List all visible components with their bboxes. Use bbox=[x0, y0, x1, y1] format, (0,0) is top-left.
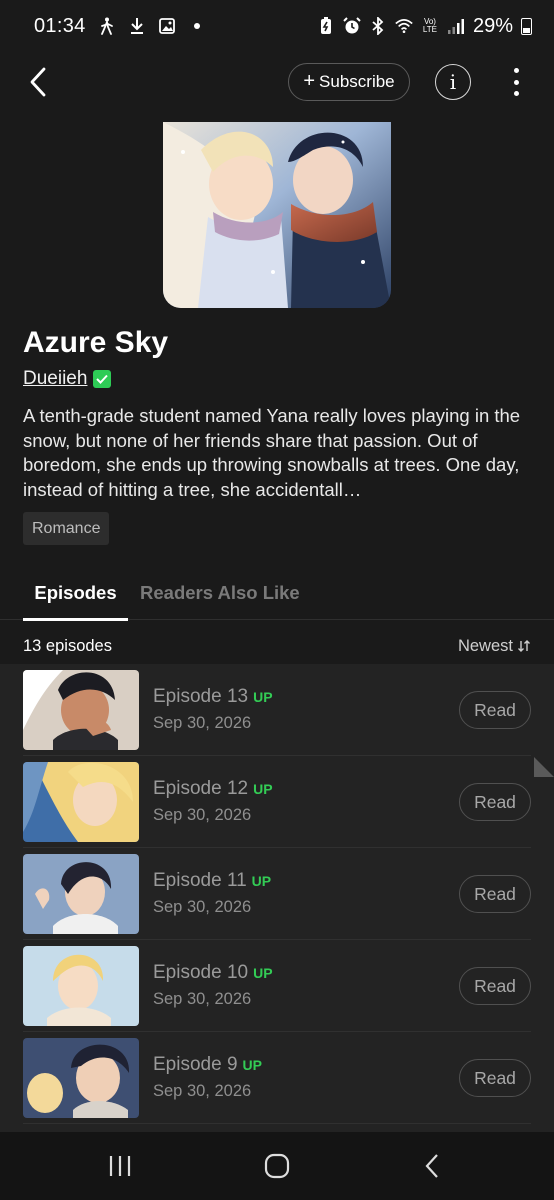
episode-count: 13 episodes bbox=[23, 636, 112, 655]
more-dot-icon bbox=[513, 91, 519, 96]
episode-row[interactable]: Episode 11 UP Sep 30, 2026 Read bbox=[23, 848, 531, 940]
read-button[interactable]: Read bbox=[459, 967, 531, 1005]
series-description[interactable]: A tenth-grade student named Yana really … bbox=[23, 404, 523, 502]
up-badge: UP bbox=[253, 781, 273, 797]
episode-date: Sep 30, 2026 bbox=[153, 898, 252, 916]
wifi-icon bbox=[395, 17, 413, 35]
episode-date: Sep 30, 2026 bbox=[153, 1082, 252, 1100]
verified-check-icon bbox=[93, 370, 112, 388]
episode-date: Sep 30, 2026 bbox=[153, 806, 252, 824]
system-back-button[interactable] bbox=[412, 1146, 452, 1186]
episode-thumbnail bbox=[23, 946, 139, 1026]
status-bar: 01:34 Vo) LTE 29% bbox=[0, 0, 554, 52]
sort-label: Newest bbox=[457, 636, 513, 655]
episode-row[interactable]: Episode 13 UP Sep 30, 2026 Read bbox=[23, 664, 531, 756]
download-icon bbox=[128, 17, 146, 35]
recent-apps-button[interactable] bbox=[100, 1146, 140, 1186]
status-time: 01:34 bbox=[34, 14, 86, 37]
author-row: Dueiieh bbox=[23, 368, 112, 390]
battery-percent: 29% bbox=[472, 14, 513, 37]
status-bar-left: 01:34 bbox=[34, 15, 206, 38]
episode-title: Episode 11 bbox=[153, 870, 247, 891]
image-icon bbox=[158, 17, 176, 35]
episode-thumbnail bbox=[23, 670, 139, 750]
alarm-icon bbox=[343, 17, 361, 35]
episode-row[interactable]: Episode 9 UP Sep 30, 2026 Read bbox=[23, 1032, 531, 1124]
back-button[interactable] bbox=[20, 62, 56, 102]
back-arrow-icon bbox=[30, 67, 46, 97]
episode-thumbnail bbox=[23, 762, 139, 842]
episode-title-row: Episode 12 UP bbox=[153, 778, 273, 800]
up-badge: UP bbox=[253, 965, 273, 981]
episode-title: Episode 9 bbox=[153, 1054, 238, 1075]
tab-bar: Episodes Readers Also Like bbox=[0, 566, 554, 621]
info-icon: i bbox=[449, 70, 457, 94]
home-icon bbox=[264, 1153, 290, 1179]
battery-icon bbox=[521, 17, 532, 35]
episode-title: Episode 13 bbox=[153, 686, 249, 707]
episode-title-row: Episode 10 UP bbox=[153, 962, 273, 984]
read-button[interactable]: Read bbox=[459, 1059, 531, 1097]
episode-row[interactable]: Episode 10 UP Sep 30, 2026 Read bbox=[23, 940, 531, 1032]
author-link[interactable]: Dueiieh bbox=[23, 368, 87, 390]
system-nav-bar bbox=[0, 1132, 554, 1200]
tab-episodes[interactable]: Episodes bbox=[23, 566, 128, 621]
read-button[interactable]: Read bbox=[459, 783, 531, 821]
tab-readers-also-like[interactable]: Readers Also Like bbox=[140, 566, 300, 620]
scroll-handle[interactable] bbox=[534, 757, 554, 777]
signal-icon bbox=[447, 17, 465, 35]
episode-title-row: Episode 13 UP bbox=[153, 686, 273, 708]
episode-title: Episode 10 bbox=[153, 962, 249, 983]
episode-date: Sep 30, 2026 bbox=[153, 990, 252, 1008]
episode-title-row: Episode 11 UP bbox=[153, 870, 271, 892]
more-dot-icon bbox=[513, 68, 519, 73]
series-cover-image bbox=[163, 122, 391, 308]
dot-icon bbox=[188, 17, 206, 35]
read-button[interactable]: Read bbox=[459, 875, 531, 913]
episode-list-header: 13 episodes Newest bbox=[23, 634, 531, 658]
battery-saver-icon bbox=[317, 17, 335, 35]
volte-icon: Vo) LTE bbox=[422, 17, 437, 34]
system-back-icon bbox=[425, 1154, 438, 1178]
plus-icon: + bbox=[303, 70, 316, 92]
status-bar-right: Vo) LTE 29% bbox=[317, 15, 532, 38]
sort-button[interactable]: Newest bbox=[458, 637, 531, 656]
bluetooth-icon bbox=[369, 17, 387, 35]
up-badge: UP bbox=[251, 873, 272, 889]
episode-thumbnail bbox=[23, 854, 139, 934]
app-bar: + Subscribe i bbox=[0, 56, 554, 108]
subscribe-button[interactable]: + Subscribe bbox=[288, 63, 410, 101]
info-button[interactable]: i bbox=[435, 64, 471, 100]
episode-title: Episode 12 bbox=[153, 778, 249, 799]
subscribe-label: Subscribe bbox=[319, 72, 395, 91]
episode-date: Sep 30, 2026 bbox=[153, 714, 252, 732]
sort-icon bbox=[518, 640, 530, 652]
genre-tag[interactable]: Romance bbox=[23, 512, 110, 545]
episode-row[interactable]: Episode 12 UP Sep 30, 2026 Read bbox=[23, 756, 531, 848]
up-badge: UP bbox=[242, 1057, 262, 1073]
walking-icon bbox=[98, 17, 116, 35]
episode-title-row: Episode 9 UP bbox=[153, 1054, 262, 1076]
up-badge: UP bbox=[253, 689, 273, 705]
home-button[interactable] bbox=[257, 1146, 297, 1186]
series-title: Azure Sky bbox=[23, 326, 169, 359]
read-button[interactable]: Read bbox=[459, 691, 531, 729]
more-dot-icon bbox=[513, 79, 519, 85]
recent-apps-icon bbox=[109, 1156, 131, 1176]
episode-thumbnail bbox=[23, 1038, 139, 1118]
more-options-button[interactable] bbox=[505, 66, 527, 98]
episode-list: Episode 13 UP Sep 30, 2026 Read Episode … bbox=[0, 664, 554, 1132]
